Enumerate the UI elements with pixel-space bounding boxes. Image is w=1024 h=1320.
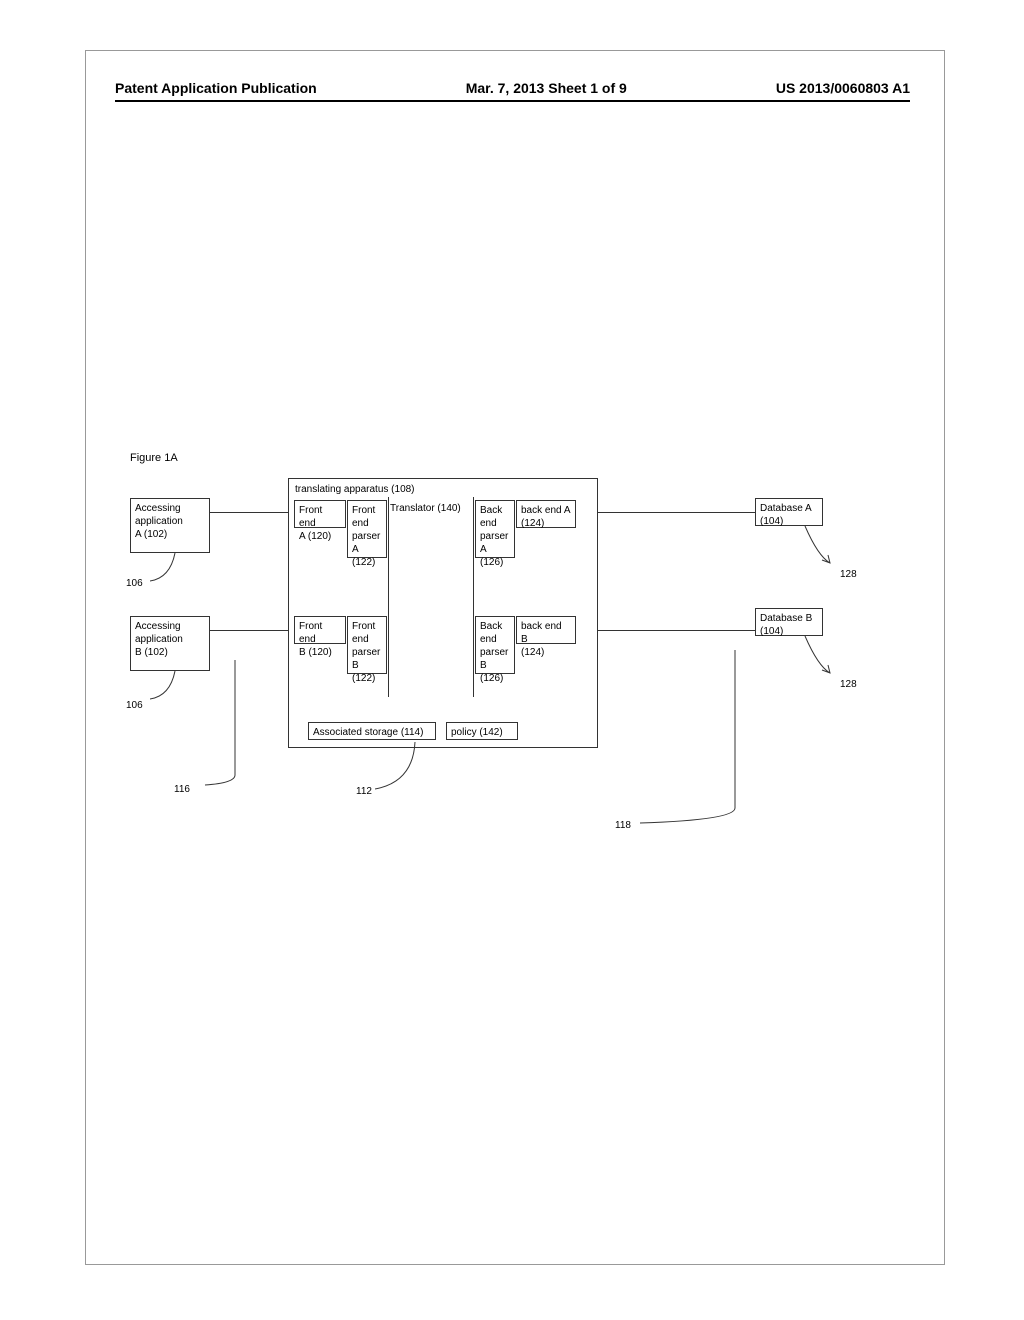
conn-app-b-fe: [210, 630, 288, 631]
header-center: Mar. 7, 2013 Sheet 1 of 9: [466, 80, 627, 96]
box-bep-a: Back end parser A (126): [475, 500, 515, 558]
ref-106a: 106: [126, 578, 143, 589]
conn-be-b-db: [598, 630, 755, 631]
box-be-b: back end B (124): [516, 616, 576, 644]
box-be-a: back end A (124): [516, 500, 576, 528]
lead-112: [375, 742, 425, 797]
box-fe-a: Front end A (120): [294, 500, 346, 528]
conn-app-a-fe: [210, 512, 288, 513]
box-policy: policy (142): [446, 722, 518, 740]
conn-be-a-db: [598, 512, 755, 513]
page-header: Patent Application Publication Mar. 7, 2…: [115, 80, 910, 96]
ref-128b: 128: [840, 679, 857, 690]
ref-118: 118: [615, 820, 631, 831]
ref-116: 116: [174, 784, 190, 795]
header-rule: [115, 100, 910, 102]
box-app-b: Accessing application B (102): [130, 616, 210, 671]
lead-128a: [800, 526, 840, 571]
box-db-a: Database A (104): [755, 498, 823, 526]
translator-column: [388, 497, 474, 697]
lead-106a: [150, 553, 180, 588]
box-storage: Associated storage (114): [308, 722, 436, 740]
lead-128b: [800, 636, 840, 681]
header-left: Patent Application Publication: [115, 80, 317, 96]
box-bep-b: Back end parser B (126): [475, 616, 515, 674]
lead-116: [200, 660, 240, 790]
box-app-a: Accessing application A (102): [130, 498, 210, 553]
ref-112: 112: [356, 786, 372, 797]
box-fe-b: Front end B (120): [294, 616, 346, 644]
header-right: US 2013/0060803 A1: [776, 80, 910, 96]
lead-118: [640, 650, 740, 830]
ref-128a: 128: [840, 569, 857, 580]
lead-106b: [150, 671, 180, 706]
box-fep-a: Front end parser A (122): [347, 500, 387, 558]
figure-label: Figure 1A: [130, 452, 178, 464]
ref-106b: 106: [126, 700, 143, 711]
box-db-b: Database B (104): [755, 608, 823, 636]
box-fep-b: Front end parser B (122): [347, 616, 387, 674]
